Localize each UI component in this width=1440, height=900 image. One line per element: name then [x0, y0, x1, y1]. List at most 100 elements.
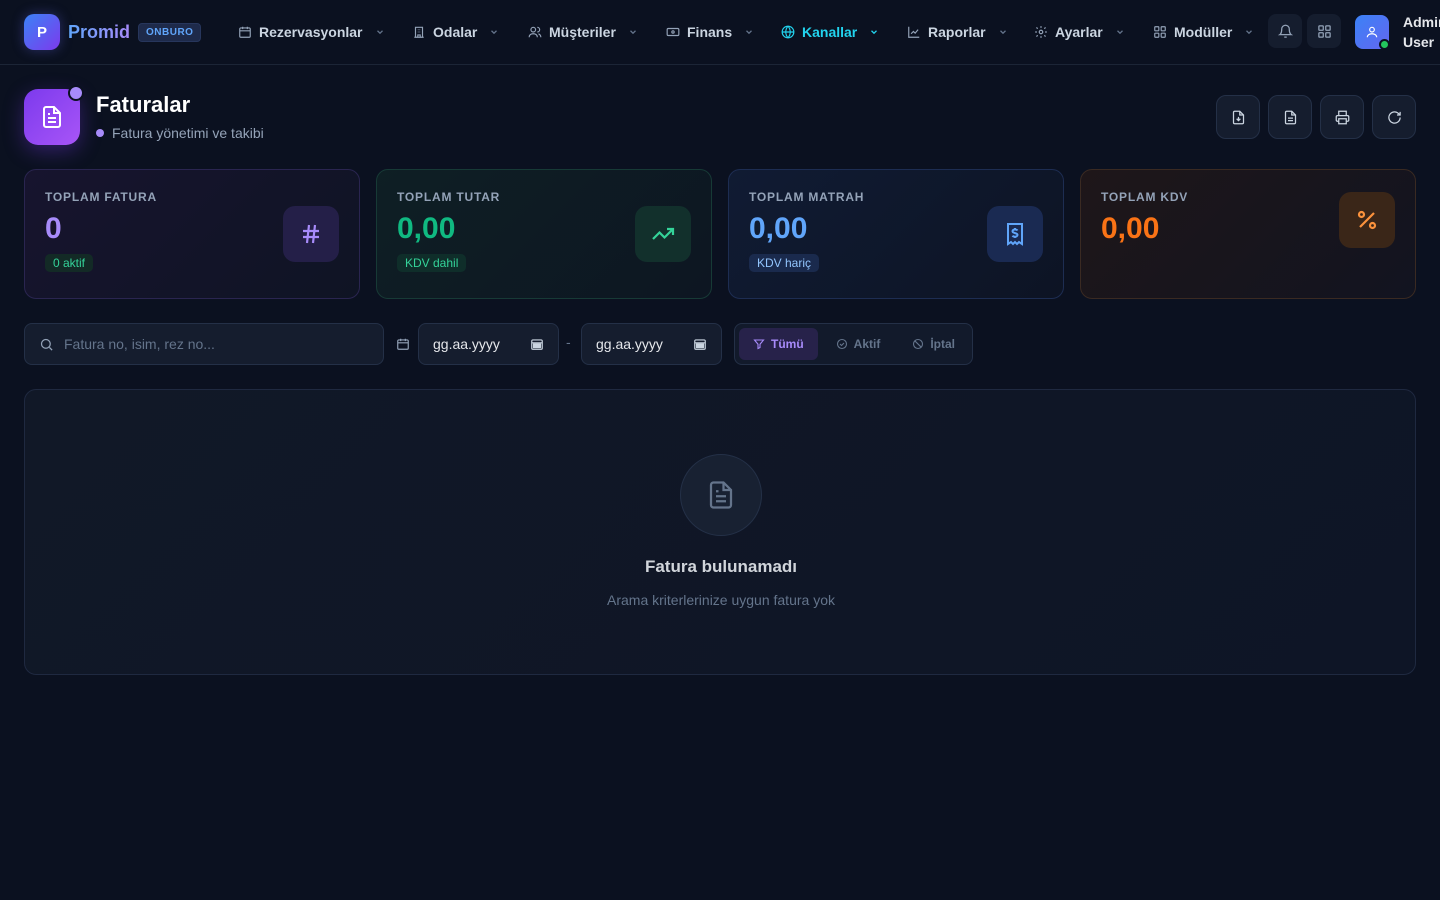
receipt-icon: [1007, 223, 1023, 246]
subtitle-dot: [96, 129, 104, 137]
stat-badge: KDV hariç: [749, 254, 820, 272]
stat-card-total-vat: TOPLAM KDV 0,00: [1080, 169, 1416, 299]
status-filter-label: Aktif: [853, 337, 881, 351]
date-to-value: gg.aa.yyyy: [596, 336, 663, 352]
chevron-down-icon: [1246, 30, 1253, 35]
nav-rezervasyonlar[interactable]: Rezervasyonlar: [238, 20, 385, 44]
refresh-icon: [1387, 110, 1401, 124]
chart-icon: [908, 26, 920, 38]
user-name[interactable]: Admin User: [1403, 12, 1440, 52]
status-filter-active[interactable]: Aktif: [822, 328, 895, 360]
nav-ayarlar[interactable]: Ayarlar: [1034, 20, 1125, 44]
empty-state-icon: [680, 454, 762, 536]
nav-label: Kanallar: [802, 24, 858, 40]
stat-label: TOPLAM TUTAR: [397, 190, 501, 204]
status-filter-all[interactable]: Tümü: [739, 328, 818, 360]
status-filter-label: İptal: [930, 337, 956, 351]
date-from-input[interactable]: gg.aa.yyyy: [418, 323, 559, 365]
chevron-down-icon: [376, 30, 383, 35]
banknote-icon: [666, 27, 680, 37]
brand-logo: P: [24, 14, 60, 50]
stat-icon-box: [987, 206, 1043, 262]
nav-raporlar[interactable]: Raporlar: [907, 20, 1008, 44]
nav-kanallar[interactable]: Kanallar: [781, 20, 879, 44]
date-from-value: gg.aa.yyyy: [433, 336, 500, 352]
chevron-down-icon: [1116, 30, 1123, 35]
export-button[interactable]: [1216, 95, 1260, 139]
stat-card-total-amount: TOPLAM TUTAR 0,00 KDV dahil: [376, 169, 712, 299]
nav-finans[interactable]: Finans: [666, 20, 754, 44]
report-button[interactable]: [1268, 95, 1312, 139]
refresh-button[interactable]: [1372, 95, 1416, 139]
building-icon: [414, 26, 424, 38]
nav-label: Ayarlar: [1055, 24, 1103, 40]
bell-icon: [1277, 24, 1293, 38]
nav-label: Finans: [687, 24, 733, 40]
calendar-icon: [239, 26, 251, 38]
page-icon-indicator: [68, 85, 84, 101]
globe-icon: [781, 25, 795, 39]
users-icon: [528, 26, 542, 38]
print-button[interactable]: [1320, 95, 1364, 139]
calendar-picker-icon[interactable]: [693, 337, 707, 351]
nav-label: Odalar: [433, 24, 478, 40]
search-icon: [40, 338, 53, 351]
stat-label: TOPLAM MATRAH: [749, 190, 865, 204]
search-input[interactable]: [64, 336, 364, 352]
file-text-icon: [709, 481, 733, 509]
file-text-icon: [43, 106, 61, 128]
search-box[interactable]: [24, 323, 384, 365]
stat-card-total-invoices: TOPLAM FATURA 0 0 aktif: [24, 169, 360, 299]
stat-icon-box: [283, 206, 339, 262]
chevron-down-icon: [746, 30, 753, 35]
empty-state-subtitle: Arama kriterlerinize uygun fatura yok: [607, 592, 835, 608]
calendar-icon: [397, 338, 409, 350]
calendar-picker-icon[interactable]: [530, 337, 544, 351]
hash-icon: [303, 224, 319, 244]
date-separator: -: [566, 334, 571, 350]
chevron-down-icon: [491, 30, 498, 35]
stat-label: TOPLAM FATURA: [45, 190, 157, 204]
empty-state-title: Fatura bulunamadı: [644, 557, 798, 576]
brand-badge: ONBURO: [138, 22, 202, 42]
stat-icon-box: [1339, 192, 1395, 248]
date-to-input[interactable]: gg.aa.yyyy: [581, 323, 722, 365]
stat-badge: 0 aktif: [45, 254, 94, 272]
stat-card-total-base: TOPLAM MATRAH 0,00 KDV hariç: [728, 169, 1064, 299]
gear-icon: [1035, 26, 1047, 38]
online-status-dot: [1379, 39, 1390, 50]
invoice-list-empty-state: Fatura bulunamadı Arama kriterlerinize u…: [24, 389, 1416, 675]
chevron-down-icon: [871, 30, 878, 35]
file-download-icon: [1232, 110, 1244, 124]
status-filter: Tümü Aktif İptal: [734, 323, 973, 365]
printer-icon: [1335, 110, 1349, 124]
grid-icon: [1154, 26, 1166, 38]
notifications-button[interactable]: [1268, 14, 1302, 48]
status-filter-label: Tümü: [771, 337, 804, 351]
page-subtitle: Fatura yönetimi ve takibi: [96, 125, 264, 141]
user-icon: [1366, 26, 1378, 38]
filter-icon: [753, 339, 765, 350]
nav-label: Müşteriler: [549, 24, 616, 40]
ban-icon: [913, 338, 924, 350]
chevron-down-icon: [999, 30, 1006, 35]
top-navbar: P Promid ONBURO Rezervasyonlar Odalar Mü…: [0, 0, 1440, 65]
file-text-icon: [1284, 110, 1296, 124]
status-filter-cancelled[interactable]: İptal: [898, 328, 969, 360]
chevron-down-icon: [629, 30, 636, 35]
apps-button[interactable]: [1307, 14, 1341, 48]
brand-name: Promid: [68, 21, 131, 42]
percent-icon: [1357, 210, 1377, 230]
nav-label: Rezervasyonlar: [259, 24, 363, 40]
page-title: Faturalar: [96, 92, 191, 117]
nav-label: Raporlar: [928, 24, 986, 40]
nav-odalar[interactable]: Odalar: [412, 20, 499, 44]
grid-icon: [1317, 24, 1331, 38]
brand[interactable]: P Promid ONBURO: [24, 14, 202, 50]
subtitle-text: Fatura yönetimi ve takibi: [112, 125, 264, 141]
nav-label: Modüller: [1174, 24, 1233, 40]
nav-moduller[interactable]: Modüller: [1153, 20, 1254, 44]
nav-musteriler[interactable]: Müşteriler: [528, 20, 638, 44]
stat-badge: KDV dahil: [397, 254, 467, 272]
stat-icon-box: [635, 206, 691, 262]
